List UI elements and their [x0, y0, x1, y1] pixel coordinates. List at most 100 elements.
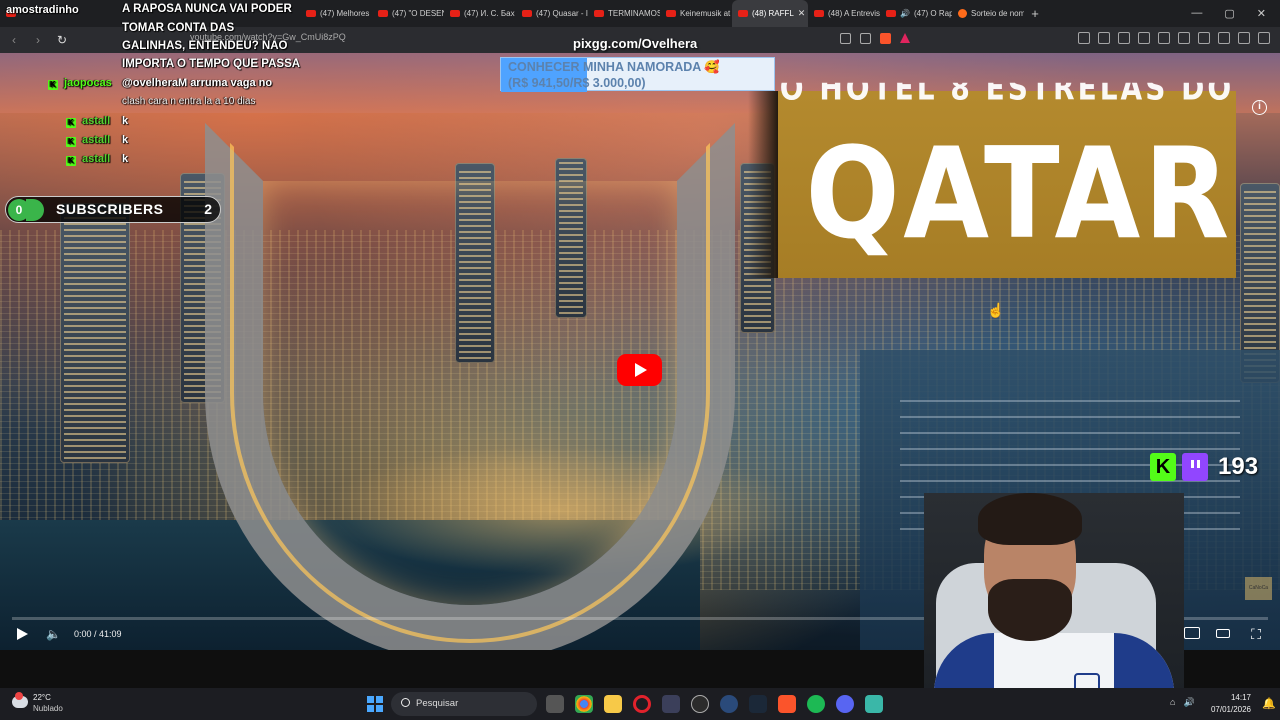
- chat-message: k: [122, 134, 129, 146]
- steam-icon[interactable]: [749, 695, 767, 713]
- arch-glow: [230, 143, 710, 643]
- volume-icon[interactable]: 🔈: [46, 627, 61, 641]
- brave-rewards-icon[interactable]: [900, 33, 910, 43]
- app-icon[interactable]: [720, 695, 738, 713]
- taskbar-search[interactable]: Pesquisar: [391, 692, 537, 716]
- minimize-button[interactable]: —: [1191, 7, 1202, 20]
- opera-icon[interactable]: [633, 695, 651, 713]
- youtube-favicon-icon: [814, 10, 824, 17]
- tab-9[interactable]: 🔊 (47) O Rap: [880, 0, 952, 27]
- kick-logo-icon: K: [1150, 453, 1176, 481]
- chrome-icon[interactable]: [575, 695, 593, 713]
- notification-bell-icon[interactable]: 🔔: [1262, 697, 1276, 710]
- chat-message: Kastall: [66, 115, 110, 128]
- tab-7-active[interactable]: (48) RAFFL ✕: [732, 0, 808, 27]
- miniplayer-icon[interactable]: [1184, 627, 1200, 639]
- tab-label: Keinemusik at: [680, 9, 731, 18]
- tab-10[interactable]: Sorteio de nom: [952, 0, 1024, 27]
- tab-8[interactable]: (48) A Entrevist: [808, 0, 880, 27]
- brave-icon[interactable]: [778, 695, 796, 713]
- extension-icon[interactable]: [1158, 32, 1170, 44]
- taskbar-clock[interactable]: 14:17 07/01/2026: [1209, 693, 1251, 714]
- youtube-favicon-icon: [306, 10, 316, 17]
- chat-message: k: [122, 153, 129, 165]
- taskbar-apps: [546, 695, 883, 713]
- hair: [978, 493, 1082, 545]
- tab-label: (48) RAFFL: [752, 9, 794, 18]
- weather-cloud-icon: [12, 692, 28, 708]
- clock-time: 14:17: [1230, 693, 1251, 702]
- cast-icon[interactable]: [840, 33, 851, 44]
- tab-2[interactable]: (47) "O DESENI: [372, 0, 444, 27]
- wallet-icon[interactable]: [1238, 32, 1250, 44]
- network-icon[interactable]: ⌂: [1170, 697, 1175, 708]
- thumbnail-main-text: QATAR: [805, 120, 1233, 267]
- extension-icon[interactable]: [1138, 32, 1150, 44]
- sidebar-icon[interactable]: [1218, 32, 1230, 44]
- close-tab-icon[interactable]: ✕: [798, 8, 806, 19]
- app-icon[interactable]: [865, 695, 883, 713]
- youtube-favicon-icon: [886, 10, 896, 17]
- spotify-icon[interactable]: [807, 695, 825, 713]
- kick-badge-icon: K: [66, 137, 76, 147]
- tab-label: (47) И. С. Бах: [464, 9, 515, 18]
- subscribers-right-count: 2: [204, 201, 212, 217]
- extension-icon[interactable]: [1078, 32, 1090, 44]
- twitch-logo-icon: [1182, 453, 1208, 481]
- video-time: 0:00 / 41:09: [74, 629, 122, 639]
- tab-label: (47) Quasar - I: [536, 9, 588, 18]
- theater-mode-icon[interactable]: [1216, 629, 1230, 638]
- brave-shields-icon[interactable]: [880, 33, 891, 44]
- tab-3[interactable]: (47) И. С. Бах: [444, 0, 516, 27]
- tab-1[interactable]: (47) Melhores: [300, 0, 372, 27]
- youtube-favicon-icon: [522, 10, 532, 17]
- chat-message: @ovelheraM arruma vaga no: [122, 77, 273, 89]
- extension-icon[interactable]: [1098, 32, 1110, 44]
- app-icon[interactable]: [691, 695, 709, 713]
- task-view-icon[interactable]: [546, 695, 564, 713]
- sorteio-favicon-icon: [958, 9, 967, 18]
- back-icon[interactable]: ‹: [4, 33, 24, 47]
- share-icon[interactable]: [860, 33, 871, 44]
- play-button-large[interactable]: [617, 354, 662, 386]
- reload-icon[interactable]: ↻: [52, 33, 72, 47]
- volume-tray-icon[interactable]: 🔊: [1183, 697, 1194, 708]
- play-icon[interactable]: [17, 628, 28, 640]
- maximize-button[interactable]: ▢: [1224, 7, 1234, 20]
- tab-4[interactable]: (47) Quasar - I: [516, 0, 588, 27]
- mouse-cursor-icon: ☝: [987, 302, 1005, 318]
- discord-icon[interactable]: [836, 695, 854, 713]
- app-icon[interactable]: [662, 695, 680, 713]
- tab-label: (48) A Entrevist: [828, 9, 880, 18]
- info-icon[interactable]: i: [1252, 100, 1267, 115]
- chat-message: A RAPOSA NUNCA VAI PODER: [122, 3, 292, 15]
- search-placeholder: Pesquisar: [416, 698, 459, 709]
- thumbnail-top-text: O HOTEL 8 ESTRELAS DO: [779, 82, 1235, 108]
- close-window-button[interactable]: ✕: [1257, 7, 1266, 20]
- windows-start-icon[interactable]: [367, 696, 383, 712]
- menu-icon[interactable]: [1258, 32, 1270, 44]
- tab-5[interactable]: TERMINAMOS: [588, 0, 660, 27]
- forward-icon[interactable]: ›: [28, 33, 48, 47]
- subscribers-left-count: 0: [8, 198, 44, 221]
- beard: [988, 579, 1072, 641]
- extension-icon[interactable]: [1118, 32, 1130, 44]
- title-shadow: [748, 91, 778, 278]
- file-explorer-icon[interactable]: [604, 695, 622, 713]
- speaker-icon: 🔊: [900, 9, 910, 18]
- chat-message: Kastall: [66, 153, 110, 166]
- chat-username: astall: [82, 153, 111, 165]
- streamer-webcam: [924, 493, 1184, 720]
- fullscreen-icon[interactable]: ⛶: [1248, 626, 1264, 642]
- tab-6[interactable]: Keinemusik at: [660, 0, 732, 27]
- puzzle-icon[interactable]: [1198, 32, 1210, 44]
- windows-taskbar: 22°C Nublado Pesquisar ⌂ 🔊 14:17 07/01/2…: [0, 688, 1280, 720]
- chat-message: Kastall: [66, 134, 110, 147]
- pix-link: pixgg.com/Ovelhera: [573, 36, 698, 51]
- tab-label: Sorteio de nom: [971, 9, 1024, 18]
- tab-label: (47) Melhores: [320, 9, 370, 18]
- chat-message: clash cara n entra la a 10 dias: [122, 96, 256, 107]
- extension-icon[interactable]: [1178, 32, 1190, 44]
- new-tab-button[interactable]: +: [1024, 6, 1046, 21]
- subscribers-counter: 0 SUBSCRIBERS 2: [5, 196, 221, 223]
